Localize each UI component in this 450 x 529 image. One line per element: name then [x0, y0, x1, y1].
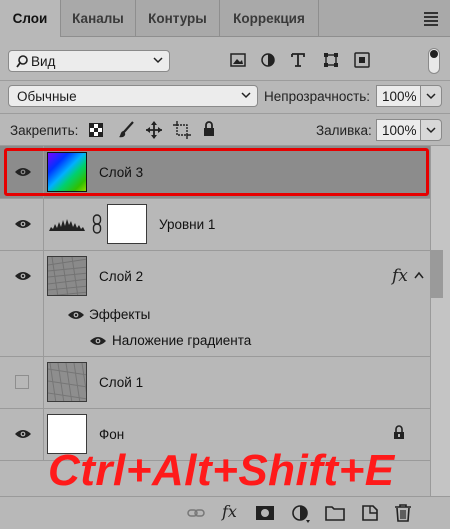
- lock-artboard-icon[interactable]: [173, 121, 191, 139]
- fx-badge[interactable]: fx: [392, 266, 408, 286]
- layer-name[interactable]: Слой 2: [99, 269, 143, 284]
- lock-position-icon[interactable]: [146, 121, 162, 139]
- new-group-folder-icon[interactable]: [325, 503, 345, 523]
- filter-toggle-switch[interactable]: [428, 48, 440, 74]
- adjustment-filter-icon[interactable]: [261, 53, 275, 67]
- layer2-thumbnail[interactable]: [47, 256, 87, 296]
- effects-label[interactable]: Эффекты: [89, 307, 150, 322]
- opacity-label: Непрозрачность:: [264, 89, 371, 104]
- lock-transparent-pixels-icon[interactable]: [89, 123, 103, 137]
- eye-icon[interactable]: [15, 219, 31, 229]
- visibility-column: [0, 198, 44, 250]
- levels-mask-thumbnail[interactable]: [107, 204, 147, 244]
- link-layers-icon[interactable]: [186, 503, 206, 523]
- tab-paths[interactable]: Контуры: [136, 0, 220, 36]
- layer-row-levels1[interactable]: Уровни 1: [0, 198, 430, 251]
- texture-thumbnail: [48, 363, 86, 401]
- layer-row-layer2[interactable]: Слой 2 fx Эффекты Наложение градиента: [0, 250, 430, 357]
- new-layer-icon[interactable]: [360, 503, 380, 523]
- levels-histogram-icon[interactable]: [49, 215, 85, 231]
- eye-icon[interactable]: [68, 310, 84, 320]
- scrollbar-thumb[interactable]: [431, 250, 443, 298]
- lock-all-icon[interactable]: [203, 121, 215, 137]
- fill-label: Заливка:: [316, 123, 372, 138]
- opacity-dropdown[interactable]: [420, 85, 442, 107]
- new-adjustment-layer-icon[interactable]: [290, 503, 310, 523]
- eye-icon[interactable]: [90, 336, 106, 346]
- lock-image-pixels-icon[interactable]: [118, 121, 134, 139]
- chevron-down-icon: [426, 93, 436, 100]
- layer-name[interactable]: Уровни 1: [159, 217, 215, 232]
- link-chain-icon[interactable]: [92, 214, 102, 234]
- panel-tab-bar: Слои Каналы Контуры Коррекция: [0, 0, 450, 37]
- layer-name[interactable]: Слой 1: [99, 375, 143, 390]
- layers-list: Слой 3 Уровни 1 Слой 2 fx Эффекты Наложе…: [0, 146, 450, 496]
- blend-mode-label: Обычные: [17, 89, 77, 104]
- type-filter-icon[interactable]: [291, 52, 305, 68]
- lock-icon: [394, 425, 404, 439]
- fill-input[interactable]: 100%: [376, 119, 421, 141]
- layers-scrollbar[interactable]: [430, 146, 450, 496]
- shape-filter-icon[interactable]: [323, 52, 339, 68]
- tab-adjustments[interactable]: Коррекция: [220, 0, 319, 36]
- visibility-toggle-off[interactable]: [15, 375, 29, 389]
- selection-highlight-frame: [4, 148, 429, 196]
- shortcut-overlay-text: Ctrl+Alt+Shift+E: [48, 446, 395, 495]
- visibility-column: [0, 356, 44, 408]
- texture-thumbnail: [48, 257, 86, 295]
- smart-object-filter-icon[interactable]: [354, 52, 370, 68]
- opacity-input[interactable]: 100%: [376, 85, 421, 107]
- tab-layers[interactable]: Слои: [0, 0, 61, 37]
- layer-row-layer1[interactable]: Слой 1: [0, 356, 430, 409]
- visibility-column: [0, 250, 44, 356]
- visibility-column: [0, 408, 44, 460]
- filter-kind-select[interactable]: Вид: [8, 50, 170, 72]
- lock-label: Закрепить:: [10, 123, 79, 138]
- filter-kind-label: Вид: [31, 54, 56, 69]
- eye-icon[interactable]: [15, 429, 31, 439]
- add-layer-style-button[interactable]: fx: [222, 502, 237, 521]
- tab-channels[interactable]: Каналы: [61, 0, 136, 36]
- chevron-down-icon: [426, 127, 436, 134]
- add-mask-icon[interactable]: [255, 503, 275, 523]
- eye-icon[interactable]: [15, 271, 31, 281]
- search-icon: [16, 55, 28, 68]
- gradient-overlay-label[interactable]: Наложение градиента: [112, 333, 251, 348]
- trash-icon[interactable]: [393, 503, 413, 523]
- chevron-down-icon: [241, 92, 251, 99]
- blend-mode-select[interactable]: Обычные: [8, 85, 258, 107]
- layer1-thumbnail[interactable]: [47, 362, 87, 402]
- chevron-up-icon[interactable]: [414, 271, 424, 279]
- fill-dropdown[interactable]: [420, 119, 442, 141]
- panel-menu-icon[interactable]: [424, 12, 438, 26]
- pixel-filter-icon[interactable]: [230, 53, 246, 67]
- layers-bottom-toolbar: fx: [0, 496, 450, 529]
- layer-name[interactable]: Фон: [99, 427, 124, 442]
- chevron-down-icon: [153, 57, 163, 64]
